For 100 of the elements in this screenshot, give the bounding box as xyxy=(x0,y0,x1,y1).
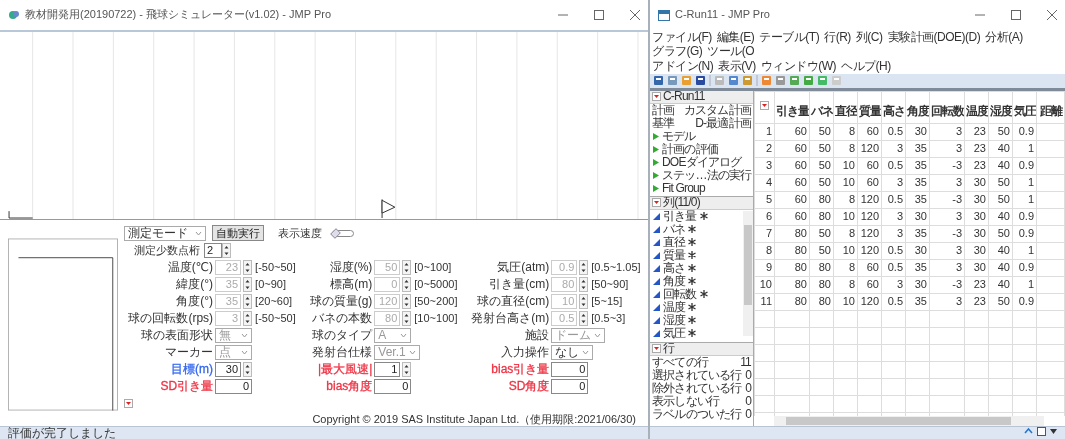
scrollbar[interactable] xyxy=(743,210,753,336)
row-number: 9 xyxy=(754,259,775,277)
menu-item[interactable]: グラフ(G) xyxy=(652,44,703,59)
table-cell: 50 xyxy=(988,123,1013,141)
scrollbar[interactable] xyxy=(774,416,1044,426)
speed-slider[interactable] xyxy=(332,229,354,237)
row-count-value: 0 xyxy=(745,381,751,395)
script-item[interactable]: DOEダイアログ xyxy=(650,155,753,169)
table-cell: 40 xyxy=(988,242,1013,260)
menu-triangle-icon[interactable] xyxy=(760,101,769,111)
menu-item[interactable]: ウィンドウ(W) xyxy=(760,59,836,74)
table-cell: -3 xyxy=(929,276,965,294)
column-item[interactable]: バネ xyxy=(650,222,742,236)
maximize-icon[interactable] xyxy=(1011,10,1021,20)
menu-triangle-icon[interactable] xyxy=(652,92,661,102)
column-item[interactable]: 気圧 xyxy=(650,326,742,340)
table-cell: 0.9 xyxy=(1012,123,1037,141)
menu-item[interactable]: ヘルプ(H) xyxy=(841,59,891,74)
spin-button[interactable] xyxy=(222,243,231,259)
menu-triangle-icon[interactable] xyxy=(124,398,133,408)
column-header[interactable]: バネ xyxy=(809,91,834,124)
table-cell: 0.5 xyxy=(881,123,906,141)
column-header[interactable]: 気圧 xyxy=(1012,91,1037,124)
asterisk-icon xyxy=(688,277,697,286)
row-number: 1 xyxy=(754,123,775,141)
toolbar-icon[interactable] xyxy=(653,75,664,87)
dropdown[interactable]: なし xyxy=(551,344,594,360)
auto-run-button[interactable]: 自動実行 xyxy=(212,225,264,242)
column-item[interactable]: 温度 xyxy=(650,300,742,314)
number-field[interactable]: 0 xyxy=(374,378,412,394)
menu-triangle-icon[interactable] xyxy=(652,198,661,208)
menu-item[interactable]: 分析(A) xyxy=(985,30,1023,45)
script-item[interactable]: 計画の評価 xyxy=(650,142,753,156)
toolbar-icon[interactable] xyxy=(695,75,706,87)
column-item[interactable]: 湿度 xyxy=(650,313,742,327)
spin-button[interactable] xyxy=(402,259,412,275)
column-header[interactable]: 温度 xyxy=(964,91,989,124)
spin-button[interactable] xyxy=(402,361,412,377)
spin-button[interactable] xyxy=(402,310,412,326)
menu-item[interactable]: アドイン(N) xyxy=(652,59,714,74)
column-header[interactable]: 質量 xyxy=(857,91,882,124)
column-header[interactable]: 高さ xyxy=(881,91,906,124)
number-field[interactable]: 30 xyxy=(215,361,242,377)
script-item[interactable]: Fit Group xyxy=(650,181,753,195)
spin-button[interactable] xyxy=(243,276,253,292)
spin-button[interactable] xyxy=(579,259,589,275)
menu-item[interactable]: ツール(O xyxy=(707,44,755,59)
column-header[interactable]: 角度 xyxy=(905,91,930,124)
spin-button[interactable] xyxy=(243,293,253,309)
column-header[interactable]: 距離 xyxy=(1036,91,1065,124)
number-field[interactable]: 0 xyxy=(551,361,589,377)
speed-label: 表示速度 xyxy=(278,226,322,240)
table-cell: 30 xyxy=(964,225,989,243)
column-header[interactable]: 回転数 xyxy=(929,91,965,124)
table-cell: 3 xyxy=(929,208,965,226)
menu-item[interactable]: 実験計画(DOE)(D) xyxy=(887,30,981,45)
spin-button[interactable] xyxy=(402,276,412,292)
column-item[interactable]: 角度 xyxy=(650,274,742,288)
spin-button[interactable] xyxy=(579,293,589,309)
toolbar-icon[interactable] xyxy=(728,75,739,87)
close-icon[interactable] xyxy=(630,10,640,20)
menu-triangle-icon[interactable] xyxy=(652,344,661,354)
field-label: 球の表面形状 xyxy=(141,328,214,343)
spin-button[interactable] xyxy=(402,293,412,309)
spin-button[interactable] xyxy=(243,310,253,326)
menu-item[interactable]: 編集(E) xyxy=(716,30,755,45)
field-label: 気圧(atm) xyxy=(497,260,550,275)
column-header[interactable]: 引き量 xyxy=(774,91,810,124)
panel-title: C-Run11 xyxy=(663,90,705,104)
column-header[interactable]: 直径 xyxy=(833,91,858,124)
column-header[interactable]: 湿度 xyxy=(988,91,1013,124)
column-item[interactable]: 引き量 xyxy=(650,209,742,223)
number-field[interactable]: 1 xyxy=(374,361,401,377)
menu-item[interactable]: 行(R) xyxy=(824,30,851,45)
script-item[interactable]: モデル xyxy=(650,129,753,143)
maximize-icon[interactable] xyxy=(594,10,604,20)
script-item[interactable]: ステッ…法の実行 xyxy=(650,168,753,182)
caret-icon[interactable] xyxy=(1050,427,1057,436)
column-item[interactable]: 高さ xyxy=(650,261,742,275)
menu-item[interactable]: 表示(V) xyxy=(718,59,756,74)
dropdown[interactable]: 測定モード xyxy=(124,225,206,241)
number-field[interactable]: 0 xyxy=(551,378,589,394)
table-cell: 35 xyxy=(905,174,930,192)
slider-thumb[interactable] xyxy=(330,227,341,239)
close-icon[interactable] xyxy=(1047,10,1057,20)
spin-button[interactable] xyxy=(579,276,589,292)
menu-item[interactable]: テーブル(T) xyxy=(759,30,820,45)
menu-item[interactable]: ファイル(F) xyxy=(652,30,712,45)
checkbox-icon[interactable] xyxy=(1037,427,1046,436)
number-field[interactable]: 0 xyxy=(215,378,253,394)
table-cell: 3 xyxy=(929,174,965,192)
column-item[interactable]: 直径 xyxy=(650,235,742,249)
spin-button[interactable] xyxy=(579,310,589,326)
spin-button[interactable] xyxy=(243,259,253,275)
menu-item[interactable]: 列(C) xyxy=(855,30,883,45)
table-cell: 80 xyxy=(774,259,810,277)
spin-button[interactable] xyxy=(243,361,253,377)
column-item[interactable]: 質量 xyxy=(650,248,742,262)
number-field[interactable]: 2 xyxy=(204,243,222,259)
column-item[interactable]: 回転数 xyxy=(650,287,742,301)
